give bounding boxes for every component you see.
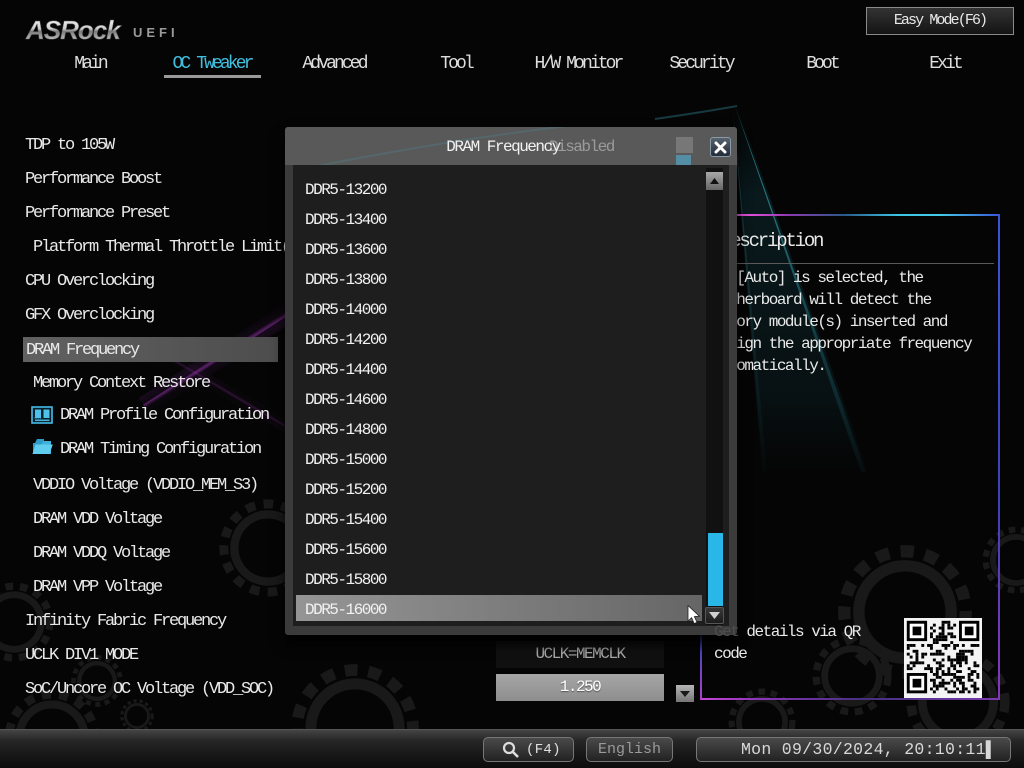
svg-text:ASRock: ASRock: [25, 15, 122, 45]
